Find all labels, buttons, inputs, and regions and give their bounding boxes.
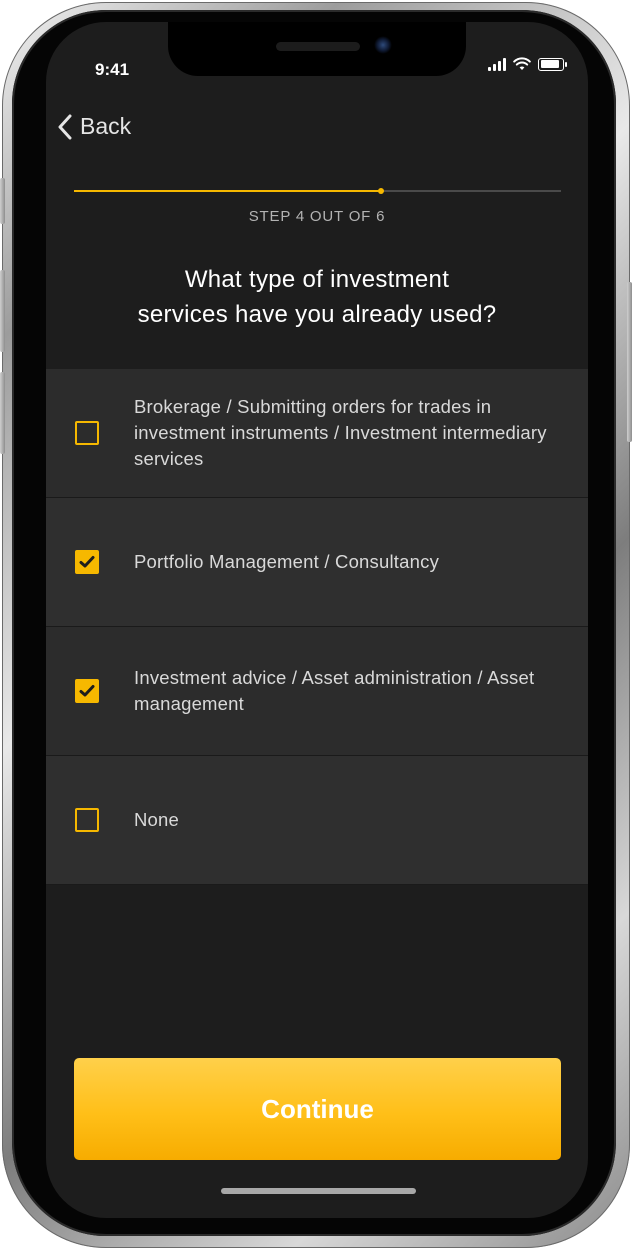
step-indicator: STEP 4 OUT OF 6 [248,208,386,225]
options-list: Brokerage / Submitting orders for trades… [46,369,588,885]
back-chevron-icon [58,114,72,139]
question-line-1: What type of investment [184,266,450,293]
notch [168,22,466,76]
status-time: 9:41 [95,60,130,79]
checkbox-icon[interactable] [75,679,99,703]
wifi-icon [513,57,531,70]
power-button [627,282,632,442]
checkbox-icon[interactable] [75,808,99,832]
signal-icon [488,57,506,71]
checkbox-icon[interactable] [75,421,99,445]
speaker-grille [276,42,360,51]
option-investment-advice[interactable]: Investment advice / Asset administration… [46,627,588,756]
battery-icon [538,57,567,71]
checkmark-icon [79,556,95,568]
status-icons [488,56,567,72]
option-none[interactable]: None [46,756,588,885]
app-screen: 9:41 Back STEP 4 OUT OF 6 What type of i… [46,22,588,1218]
option-label: Investment advice / Asset administration… [134,667,535,714]
front-camera [374,36,392,54]
option-portfolio-management[interactable]: Portfolio Management / Consultancy [46,498,588,627]
volume-down-button [0,372,5,454]
progress-fill [74,190,381,192]
option-label: None [134,809,180,830]
option-label: Brokerage / Submitting orders for trades… [134,396,547,469]
progress-bar [74,188,561,194]
question-title: What type of investment services have yo… [76,262,558,332]
option-brokerage[interactable]: Brokerage / Submitting orders for trades… [46,369,588,498]
home-indicator[interactable] [221,1188,416,1194]
question-line-2: services have you already used? [137,301,497,328]
option-label: Portfolio Management / Consultancy [134,551,440,572]
back-button[interactable]: Back [58,113,131,140]
volume-up-button [0,270,5,352]
side-button [0,178,5,224]
checkmark-icon [79,685,95,697]
checkbox-icon[interactable] [75,550,99,574]
continue-button[interactable]: Continue [74,1058,561,1160]
back-label: Back [80,113,132,139]
progress-marker [377,188,384,194]
